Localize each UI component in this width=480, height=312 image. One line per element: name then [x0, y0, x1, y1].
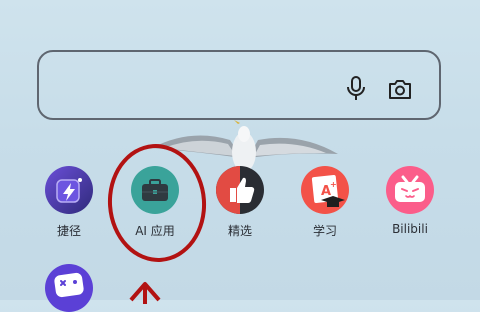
thumbs-up-icon: [216, 166, 264, 214]
svg-text:+: +: [330, 180, 337, 189]
search-bar[interactable]: [37, 50, 441, 120]
camera-icon[interactable]: [387, 78, 413, 100]
shortcuts-icon: [45, 166, 93, 214]
app-label: 精选: [227, 224, 252, 238]
study-icon: A +: [301, 166, 349, 214]
bilibili-icon: [386, 166, 434, 214]
arrow-up-icon: [129, 282, 161, 304]
microphone-icon[interactable]: [345, 76, 367, 102]
app-label: 捷径: [56, 224, 81, 238]
app-partial[interactable]: [34, 264, 104, 312]
app-featured[interactable]: 精选: [205, 166, 275, 239]
app-label: 学习: [312, 224, 337, 238]
app-label: Bilibili: [392, 222, 428, 236]
app-study[interactable]: A + 学习: [290, 166, 360, 239]
app-shortcuts[interactable]: 捷径: [34, 166, 104, 239]
game-controller-icon: [45, 264, 93, 312]
app-bilibili[interactable]: Bilibili: [375, 166, 445, 236]
